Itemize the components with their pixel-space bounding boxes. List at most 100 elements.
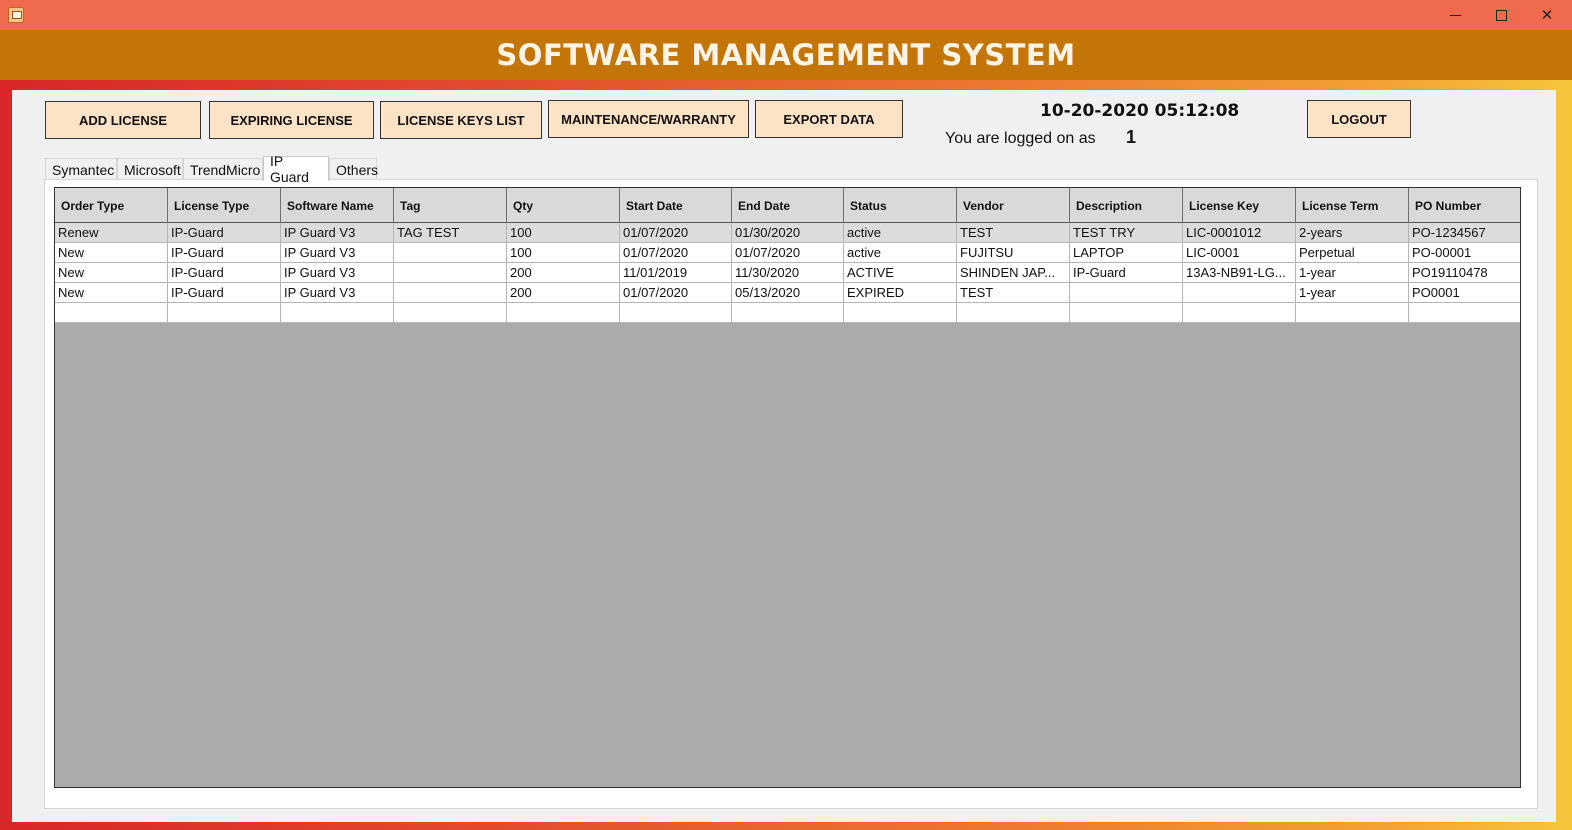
cell-start-date[interactable]: 01/07/2020 — [620, 243, 732, 263]
tab-symantec[interactable]: Symantec — [45, 158, 117, 180]
cell-tag[interactable] — [394, 263, 507, 283]
cell-license-term[interactable]: 1-year — [1296, 263, 1409, 283]
tab-trendmicro[interactable]: TrendMicro — [183, 158, 263, 180]
cell-tag[interactable] — [394, 303, 507, 323]
cell-software-name[interactable]: IP Guard V3 — [281, 263, 394, 283]
cell-description[interactable]: LAPTOP — [1070, 243, 1183, 263]
cell-order-type[interactable]: New — [55, 243, 168, 263]
cell-status[interactable]: active — [844, 243, 957, 263]
cell-status[interactable]: ACTIVE — [844, 263, 957, 283]
cell-end-date[interactable]: 01/30/2020 — [732, 223, 844, 243]
minimize-icon[interactable] — [1432, 0, 1478, 30]
cell-license-key[interactable]: LIC-0001 — [1183, 243, 1296, 263]
cell-license-type[interactable] — [168, 303, 281, 323]
column-header-qty[interactable]: Qty — [507, 188, 620, 223]
cell-status[interactable]: EXPIRED — [844, 283, 957, 303]
cell-end-date[interactable]: 05/13/2020 — [732, 283, 844, 303]
cell-po-number[interactable]: PO0001 — [1409, 283, 1520, 303]
cell-end-date[interactable]: 11/30/2020 — [732, 263, 844, 283]
export-data-button[interactable]: EXPORT DATA — [755, 100, 903, 138]
column-header-status[interactable]: Status — [844, 188, 957, 223]
cell-description[interactable] — [1070, 303, 1183, 323]
logout-button[interactable]: LOGOUT — [1307, 100, 1411, 138]
cell-license-term[interactable]: 1-year — [1296, 283, 1409, 303]
column-header-order-type[interactable]: Order Type — [55, 188, 168, 223]
cell-license-type[interactable]: IP-Guard — [168, 283, 281, 303]
cell-software-name[interactable]: IP Guard V3 — [281, 283, 394, 303]
cell-start-date[interactable]: 01/07/2020 — [620, 223, 732, 243]
column-header-po-number[interactable]: PO Number — [1409, 188, 1520, 223]
cell-tag[interactable] — [394, 243, 507, 263]
cell-po-number[interactable]: PO19110478 — [1409, 263, 1520, 283]
cell-status[interactable]: active — [844, 223, 957, 243]
cell-license-term[interactable]: 2-years — [1296, 223, 1409, 243]
table-row[interactable]: New IP-Guard IP Guard V3 100 01/07/2020 01/07… — [55, 243, 1520, 263]
cell-start-date[interactable]: 01/07/2020 — [620, 283, 732, 303]
cell-vendor[interactable]: FUJITSU — [957, 243, 1070, 263]
column-header-license-key[interactable]: License Key — [1183, 188, 1296, 223]
cell-po-number[interactable] — [1409, 303, 1520, 323]
cell-license-key[interactable] — [1183, 283, 1296, 303]
cell-license-type[interactable]: IP-Guard — [168, 263, 281, 283]
cell-license-term[interactable] — [1296, 303, 1409, 323]
cell-vendor[interactable]: TEST — [957, 283, 1070, 303]
table-row[interactable]: New IP-Guard IP Guard V3 200 11/01/2019 11/30… — [55, 263, 1520, 283]
app-title: SOFTWARE MANAGEMENT SYSTEM — [496, 38, 1076, 72]
cell-qty[interactable] — [507, 303, 620, 323]
cell-license-type[interactable]: IP-Guard — [168, 223, 281, 243]
cell-license-key[interactable]: LIC-0001012 — [1183, 223, 1296, 243]
column-header-start-date[interactable]: Start Date — [620, 188, 732, 223]
license-grid[interactable]: Order Type License Type Software Name Ta… — [54, 187, 1521, 788]
cell-vendor[interactable]: SHINDEN JAP... — [957, 263, 1070, 283]
close-icon[interactable]: ✕ — [1524, 0, 1570, 30]
cell-qty[interactable]: 200 — [507, 263, 620, 283]
cell-software-name[interactable]: IP Guard V3 — [281, 223, 394, 243]
cell-order-type[interactable]: Renew — [55, 223, 168, 243]
cell-description[interactable]: TEST TRY — [1070, 223, 1183, 243]
cell-start-date[interactable]: 11/01/2019 — [620, 263, 732, 283]
cell-qty[interactable]: 100 — [507, 223, 620, 243]
tab-microsoft[interactable]: Microsoft — [117, 158, 183, 180]
cell-software-name[interactable]: IP Guard V3 — [281, 243, 394, 263]
cell-order-type[interactable]: New — [55, 283, 168, 303]
table-row[interactable] — [55, 303, 1520, 323]
cell-order-type[interactable] — [55, 303, 168, 323]
cell-vendor[interactable] — [957, 303, 1070, 323]
cell-po-number[interactable]: PO-00001 — [1409, 243, 1520, 263]
cell-start-date[interactable] — [620, 303, 732, 323]
column-header-tag[interactable]: Tag — [394, 188, 507, 223]
cell-license-type[interactable]: IP-Guard — [168, 243, 281, 263]
cell-qty[interactable]: 200 — [507, 283, 620, 303]
tab-ip-guard[interactable]: IP Guard — [263, 153, 329, 185]
table-row[interactable]: Renew IP-Guard IP Guard V3 TAG TEST 100 01/07… — [55, 223, 1520, 243]
column-header-description[interactable]: Description — [1070, 188, 1183, 223]
expiring-license-button[interactable]: EXPIRING LICENSE — [209, 101, 374, 139]
maintenance-warranty-button[interactable]: MAINTENANCE/WARRANTY — [548, 100, 749, 138]
cell-order-type[interactable]: New — [55, 263, 168, 283]
cell-license-term[interactable]: Perpetual — [1296, 243, 1409, 263]
cell-qty[interactable]: 100 — [507, 243, 620, 263]
cell-po-number[interactable]: PO-1234567 — [1409, 223, 1520, 243]
cell-end-date[interactable] — [732, 303, 844, 323]
column-header-license-term[interactable]: License Term — [1296, 188, 1409, 223]
cell-end-date[interactable]: 01/07/2020 — [732, 243, 844, 263]
license-keys-list-button[interactable]: LICENSE KEYS LIST — [380, 101, 542, 139]
column-header-vendor[interactable]: Vendor — [957, 188, 1070, 223]
cell-license-key[interactable]: 13A3-NB91-LG... — [1183, 263, 1296, 283]
column-header-end-date[interactable]: End Date — [732, 188, 844, 223]
cell-software-name[interactable] — [281, 303, 394, 323]
grid-header: Order Type License Type Software Name Ta… — [55, 188, 1520, 223]
maximize-icon[interactable] — [1478, 0, 1524, 30]
column-header-license-type[interactable]: License Type — [168, 188, 281, 223]
cell-description[interactable]: IP-Guard — [1070, 263, 1183, 283]
column-header-software-name[interactable]: Software Name — [281, 188, 394, 223]
tab-others[interactable]: Others — [329, 158, 378, 180]
table-row[interactable]: New IP-Guard IP Guard V3 200 01/07/2020 05/13… — [55, 283, 1520, 303]
cell-description[interactable] — [1070, 283, 1183, 303]
cell-tag[interactable] — [394, 283, 507, 303]
cell-tag[interactable]: TAG TEST — [394, 223, 507, 243]
cell-vendor[interactable]: TEST — [957, 223, 1070, 243]
cell-license-key[interactable] — [1183, 303, 1296, 323]
cell-status[interactable] — [844, 303, 957, 323]
add-license-button[interactable]: ADD LICENSE — [45, 101, 201, 139]
